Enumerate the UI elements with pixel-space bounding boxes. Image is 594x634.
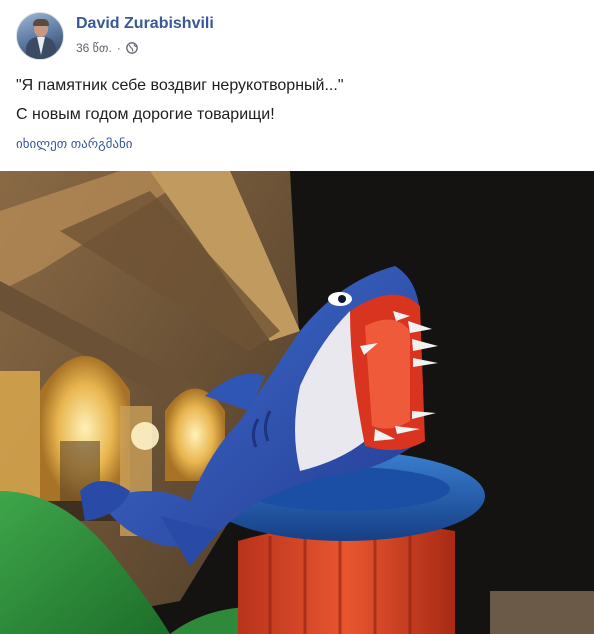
post-timestamp[interactable]: 36 წთ. bbox=[76, 40, 112, 56]
see-translation-link[interactable]: იხილეთ თარგმანი bbox=[16, 136, 133, 152]
author-name[interactable]: David Zurabishvili bbox=[76, 14, 214, 34]
globe-icon[interactable] bbox=[125, 42, 138, 54]
rooftop-wall bbox=[490, 591, 594, 634]
post-photo[interactable] bbox=[0, 171, 594, 634]
post-text-line: "Я памятник себе воздвиг нерукотворный..… bbox=[16, 77, 344, 94]
avatar-hair bbox=[33, 19, 49, 26]
facebook-post: David Zurabishvili 36 წთ. · "Я памятник … bbox=[0, 0, 594, 634]
post-meta: David Zurabishvili 36 წთ. · bbox=[76, 12, 214, 60]
post-subline: 36 წთ. · bbox=[76, 40, 214, 56]
separator-dot: · bbox=[116, 41, 121, 55]
post-text: "Я памятник себе воздвиг нерукотворный..… bbox=[16, 76, 344, 134]
post-text-line: С новым годом дорогие товарищи! bbox=[16, 106, 275, 123]
post-header: David Zurabishvili 36 წთ. · bbox=[16, 12, 214, 60]
avatar[interactable] bbox=[16, 12, 64, 60]
